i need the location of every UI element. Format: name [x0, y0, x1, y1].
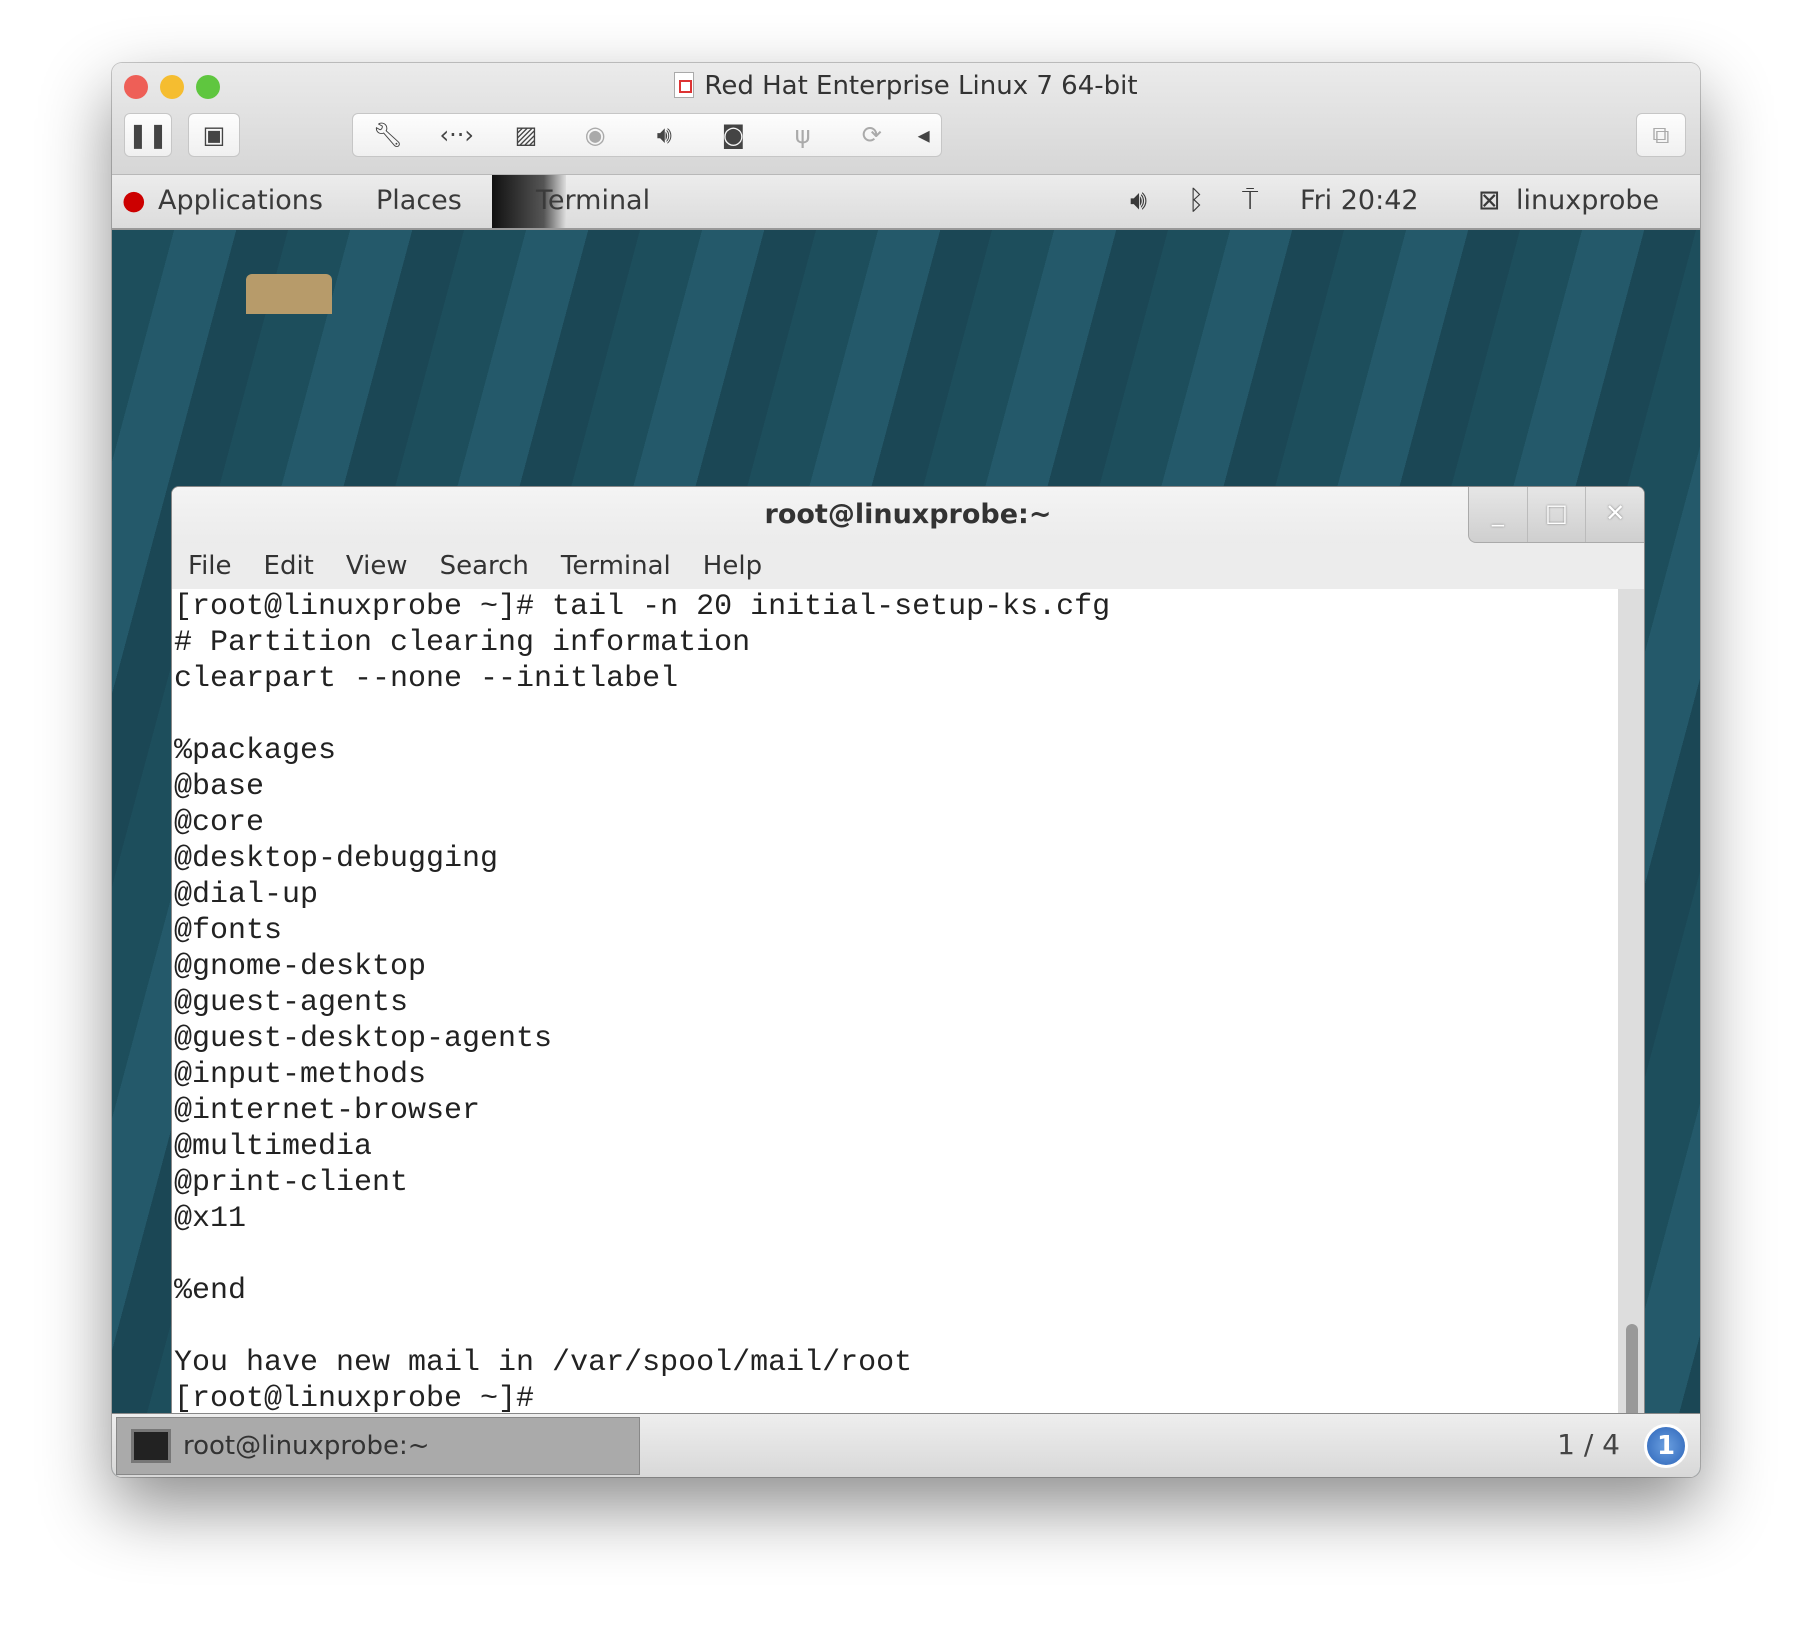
terminal-menubar: File Edit View Search Terminal Help [172, 543, 1644, 589]
network-icon[interactable]: ‹··› [422, 121, 491, 149]
line-text: @internet-browser [174, 1094, 481, 1128]
scrollbar[interactable] [1618, 589, 1644, 1472]
user-icon: ⊠ [1478, 185, 1501, 216]
terminal-line: @fonts [174, 913, 1616, 949]
line-text: # Partition clearing information [174, 626, 751, 660]
line-text: [root@linuxprobe ~]# [174, 1382, 553, 1416]
menu-search[interactable]: Search [440, 543, 529, 589]
cd-icon[interactable]: ◉ [561, 121, 630, 149]
collapse-arrow-icon[interactable]: ◂ [906, 121, 941, 149]
bluetooth-icon[interactable]: ᛒ [1188, 185, 1204, 216]
volume-icon[interactable]: 🔊︎ [1130, 185, 1147, 217]
desktop: root@linuxprobe:~ _ □ ✕ File Edit View S… [112, 230, 1700, 1476]
terminal-line: @guest-desktop-agents [174, 1021, 1616, 1057]
line-text: [root@linuxprobe ~]# tail -n 20 initial-… [174, 590, 1111, 624]
line-text: @guest-agents [174, 986, 409, 1020]
user-menu[interactable]: linuxprobe [1516, 185, 1659, 216]
snapshot-button[interactable]: ▣ [188, 113, 240, 157]
document-icon [674, 72, 695, 98]
camera-icon[interactable]: ◙ [699, 121, 768, 149]
line-text: @x11 [174, 1202, 247, 1236]
redhat-logo-icon: ● [122, 185, 146, 216]
terminal-line: You have new mail in /var/spool/mail/roo… [174, 1345, 1616, 1381]
menu-terminal[interactable]: Terminal [561, 543, 671, 589]
maximize-icon[interactable]: □ [1528, 487, 1587, 542]
taskbar-label: root@linuxprobe:~ [183, 1431, 430, 1461]
pause-button[interactable]: ❚❚ [124, 113, 172, 157]
line-text: %packages [174, 734, 337, 768]
window-controls: _ □ ✕ [1468, 487, 1644, 543]
terminal-line: @multimedia [174, 1129, 1616, 1165]
terminal-line: @base [174, 769, 1616, 805]
gnome-top-bar: ● Applications Places Terminal 🔊︎ ᛒ ⍑ Fr… [112, 175, 1700, 230]
vm-titlebar: Red Hat Enterprise Linux 7 64-bit ❚❚ ▣ 🔧… [112, 63, 1700, 175]
minimize-icon[interactable]: _ [1469, 487, 1528, 542]
menu-view[interactable]: View [346, 543, 408, 589]
terminal-line: @print-client [174, 1165, 1616, 1201]
terminal-line: [root@linuxprobe ~]# tail -n 20 initial-… [174, 589, 1616, 625]
terminal-output[interactable]: [root@linuxprobe ~]# tail -n 20 initial-… [172, 589, 1618, 1472]
terminal-line: [root@linuxprobe ~]# [174, 1381, 1616, 1417]
vm-window: Red Hat Enterprise Linux 7 64-bit ❚❚ ▣ 🔧… [112, 63, 1700, 1477]
menu-help[interactable]: Help [703, 543, 762, 589]
applications-menu[interactable]: Applications [158, 185, 323, 216]
terminal-line: @desktop-debugging [174, 841, 1616, 877]
terminal-line: @guest-agents [174, 985, 1616, 1021]
terminal-line: @internet-browser [174, 1093, 1616, 1129]
folder-icon[interactable] [246, 274, 332, 314]
terminal-line: clearpart --none --initlabel [174, 661, 1616, 697]
line-text: @multimedia [174, 1130, 373, 1164]
terminal-line: @core [174, 805, 1616, 841]
fullscreen-button[interactable]: ⧉ [1636, 113, 1686, 157]
line-text: You have new mail in /var/spool/mail/roo… [174, 1346, 913, 1380]
sound-icon[interactable]: 🔊︎ [630, 121, 699, 149]
terminal-line: @dial-up [174, 877, 1616, 913]
clock[interactable]: Fri 20:42 [1300, 185, 1419, 216]
wrench-icon[interactable]: 🔧︎ [353, 121, 422, 149]
line-text: @dial-up [174, 878, 319, 912]
line-text: @fonts [174, 914, 283, 948]
line-text: @print-client [174, 1166, 409, 1200]
terminal-line: @input-methods [174, 1057, 1616, 1093]
terminal-icon [131, 1429, 171, 1463]
terminal-line: @gnome-desktop [174, 949, 1616, 985]
vm-toolbar: 🔧︎ ‹··› ▨ ◉ 🔊︎ ◙ ψ ⟳ ◂ [352, 113, 942, 157]
line-text: @core [174, 806, 265, 840]
line-text: @desktop-debugging [174, 842, 499, 876]
usb-icon[interactable]: ψ [768, 121, 837, 149]
menu-file[interactable]: File [188, 543, 232, 589]
terminal-window: root@linuxprobe:~ _ □ ✕ File Edit View S… [171, 486, 1645, 1473]
line-text: clearpart --none --initlabel [174, 662, 679, 696]
terminal-line: # Partition clearing information [174, 625, 1616, 661]
terminal-line: %packages [174, 733, 1616, 769]
line-text: @base [174, 770, 265, 804]
line-text: @guest-desktop-agents [174, 1022, 553, 1056]
hard-disk-icon[interactable]: ▨ [491, 121, 560, 149]
close-icon[interactable]: ✕ [1586, 487, 1644, 542]
places-menu[interactable]: Places [376, 185, 462, 216]
line-text: @input-methods [174, 1058, 427, 1092]
window-title: Red Hat Enterprise Linux 7 64-bit [112, 71, 1700, 101]
line-text: @gnome-desktop [174, 950, 427, 984]
line-text: %end [174, 1274, 247, 1308]
bottom-panel: root@linuxprobe:~ 1 / 4 1 [112, 1413, 1700, 1477]
workspace-indicator[interactable]: 1 / 4 [1557, 1428, 1620, 1461]
active-app-menu[interactable]: Terminal [536, 185, 650, 216]
terminal-line: %end [174, 1273, 1616, 1309]
network-wired-icon[interactable]: ⍑ [1242, 185, 1258, 217]
menu-edit[interactable]: Edit [264, 543, 314, 589]
terminal-line: @x11 [174, 1201, 1616, 1237]
notification-badge[interactable]: 1 [1644, 1424, 1688, 1468]
sync-icon[interactable]: ⟳ [837, 121, 906, 149]
taskbar-item-terminal[interactable]: root@linuxprobe:~ [116, 1417, 640, 1475]
